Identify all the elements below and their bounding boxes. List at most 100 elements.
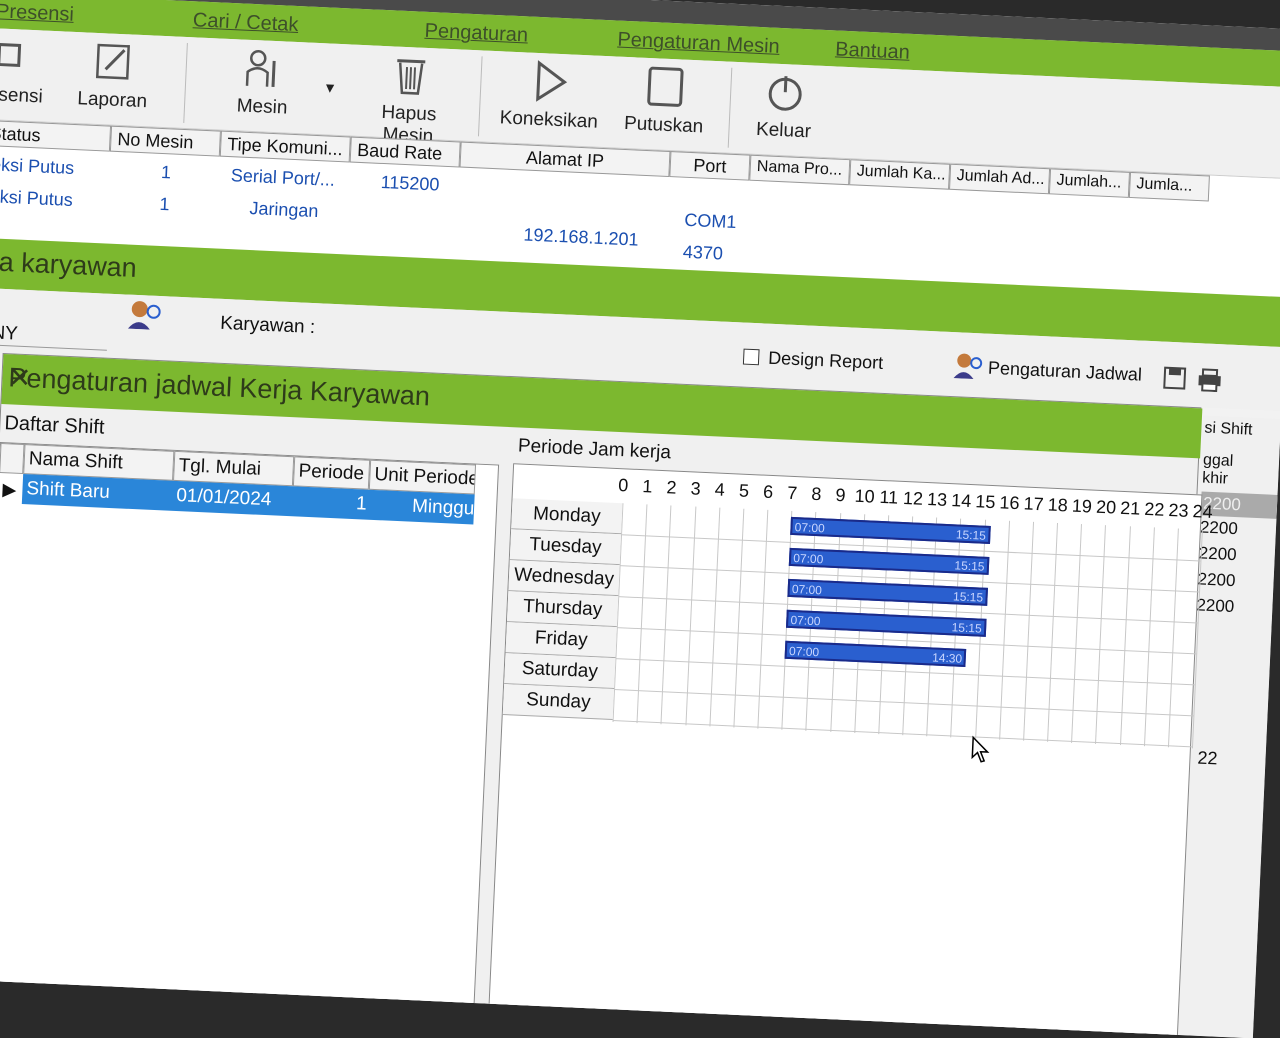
menu-pengaturan-mesin[interactable]: Pengaturan Mesin — [617, 29, 780, 59]
hour-label: 17 — [1023, 493, 1045, 515]
shift-periode: 1 — [355, 493, 368, 515]
row1-no-mesin[interactable]: 1 — [161, 162, 172, 183]
period-panel: Periode Jam kerja 0 1 2 3 4 5 6 7 8 9 10 11 12 13 14 15… — [487, 427, 1213, 1038]
menu-presensi[interactable]: Presensi — [0, 0, 74, 27]
schedule-grid: 0 1 2 3 4 5 6 7 8 9 10 11 12 13 14 15 16 17 18 19 20 21 22 23 24… — [487, 463, 1213, 1038]
day-label: Saturday — [504, 653, 616, 690]
save-icon[interactable] — [1162, 366, 1187, 391]
day-label: Sunday — [502, 684, 615, 721]
row2-no-mesin[interactable]: 1 — [159, 194, 170, 215]
shift-nama: Shift Baru — [26, 478, 111, 503]
col-jumla[interactable]: Jumla... — [1128, 171, 1210, 202]
row2-ip[interactable]: 192.168.1.201 — [523, 224, 639, 250]
bar-end-label: 14:30 — [931, 650, 963, 666]
hour-label: 7 — [786, 482, 798, 504]
col-jumlah-ad[interactable]: Jumlah Ad... — [949, 163, 1051, 195]
side-value[interactable]: 2200 — [1196, 595, 1235, 617]
schedule-user-icon[interactable] — [952, 352, 983, 380]
karyawan-label: Karyawan : — [219, 312, 316, 339]
col-periode[interactable]: Periode — [292, 456, 371, 490]
day-label: Thursday — [506, 591, 619, 628]
bar-end-label: 15:15 — [955, 527, 987, 543]
keluar-button[interactable]: Keluar — [743, 68, 827, 154]
menu-cari-cetak[interactable]: Cari / Cetak — [192, 9, 298, 37]
side-value[interactable]: 2200 — [1197, 569, 1236, 591]
design-report-label: Design Report — [767, 347, 884, 373]
hour-label: 24 — [1192, 501, 1214, 523]
employee-search-icon[interactable] — [126, 299, 163, 331]
hour-label: 23 — [1168, 500, 1189, 521]
power-icon — [768, 76, 802, 111]
hour-label: 9 — [835, 484, 847, 506]
daftar-shift-label: Daftar Shift — [3, 412, 105, 439]
laporan-button[interactable]: Laporan — [71, 38, 155, 124]
shift-tgl: 01/01/2024 — [175, 485, 272, 511]
mouse-cursor-icon — [971, 735, 990, 763]
bar-end-label: 15:15 — [954, 558, 985, 574]
side-value[interactable]: 2200 — [1198, 543, 1237, 565]
hour-label: 15 — [974, 491, 996, 513]
col-nama-pro[interactable]: Nama Pro... — [749, 154, 851, 186]
hour-label: 3 — [690, 478, 702, 499]
bar-start-label: 07:00 — [791, 582, 823, 598]
koneksikan-button[interactable]: Koneksikan — [493, 57, 607, 144]
menu-pengaturan[interactable]: Pengaturan — [424, 20, 528, 48]
row1-status[interactable]: neksi Putus — [0, 154, 75, 179]
col-no-mesin[interactable]: No Mesin — [109, 125, 221, 157]
row1-baud[interactable]: 115200 — [380, 172, 440, 196]
hour-label: 20 — [1095, 496, 1117, 518]
day-label: Tuesday — [509, 529, 622, 566]
col-baud[interactable]: Baud Rate — [349, 136, 461, 168]
row-pointer-icon: ▶ — [2, 479, 17, 500]
presensi-label: esensi — [0, 84, 44, 108]
hour-label: 2 — [666, 477, 678, 498]
col-status[interactable]: Status — [0, 119, 112, 152]
company-field[interactable]: PANY — [0, 321, 108, 351]
hour-label: 16 — [999, 492, 1020, 514]
print-icon[interactable] — [1196, 367, 1223, 393]
row2-status[interactable]: neksi Putus — [0, 186, 73, 211]
col-unit-periode[interactable]: Unit Periode — [368, 459, 477, 495]
trash-icon — [397, 59, 426, 95]
schedule-bar[interactable]: 07:00 14:30 — [784, 640, 967, 667]
hour-label: 6 — [762, 481, 774, 503]
hour-label: 8 — [810, 483, 822, 505]
screen: Presensi Cari / Cetak Pengaturan Pengatu… — [0, 0, 1280, 1038]
side-bottom-value: 22 — [1197, 747, 1218, 769]
row2-port[interactable]: 4370 — [682, 242, 723, 265]
play-icon — [536, 60, 568, 102]
edit-icon — [95, 43, 130, 80]
ribbon-separator — [477, 56, 483, 137]
presensi-button[interactable]: esensi — [0, 34, 53, 119]
col-port[interactable]: Port — [669, 151, 751, 181]
menu-bantuan[interactable]: Bantuan — [835, 38, 910, 64]
hour-label: 21 — [1119, 497, 1141, 519]
row1-port[interactable]: COM1 — [684, 210, 737, 233]
bar-end-label: 15:15 — [951, 620, 982, 636]
bar-start-label: 07:00 — [790, 612, 821, 629]
side-tgl-label: ggal — [1202, 451, 1234, 470]
col-jumlah-ka[interactable]: Jumlah Ka... — [849, 159, 951, 190]
section-title: erja karyawan — [0, 245, 138, 283]
day-label: Monday — [511, 498, 623, 535]
ribbon-separator — [183, 43, 188, 123]
col-tipe[interactable]: Tipe Komuni... — [219, 130, 351, 163]
stop-icon — [647, 66, 684, 107]
mesin-button[interactable]: Mesin — [221, 45, 305, 131]
bar-start-label: 07:00 — [794, 520, 826, 536]
ribbon-separator — [727, 67, 733, 148]
hour-label: 4 — [714, 479, 726, 500]
row2-tipe[interactable]: Jaringan — [249, 198, 319, 222]
laporan-label: Laporan — [76, 88, 148, 113]
hour-label: 0 — [617, 475, 629, 496]
presensi-icon — [0, 42, 22, 67]
hour-label: 14 — [950, 490, 972, 512]
hour-label: 11 — [879, 486, 899, 508]
row1-tipe[interactable]: Serial Port/... — [230, 165, 335, 191]
pengaturan-jadwal-button[interactable]: Pengaturan Jadwal — [987, 358, 1143, 386]
design-report-checkbox[interactable] — [742, 348, 760, 366]
hour-label: 18 — [1047, 494, 1069, 516]
putuskan-button[interactable]: Putuskan — [613, 63, 717, 149]
col-jumlah[interactable]: Jumlah... — [1048, 168, 1131, 198]
hapus-mesin-button[interactable]: Hapus Mesin — [353, 51, 467, 147]
